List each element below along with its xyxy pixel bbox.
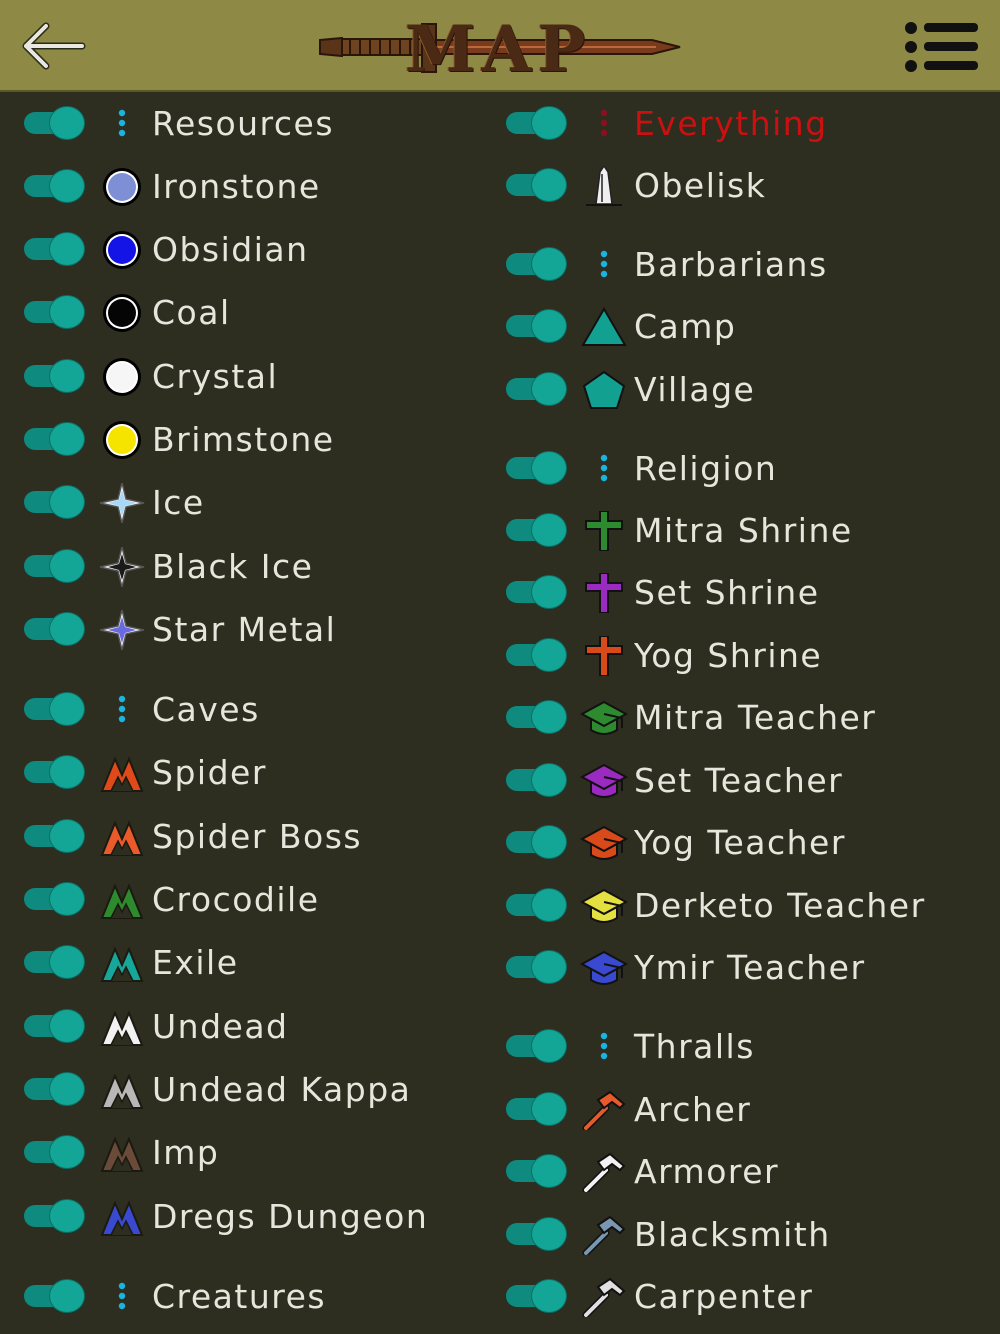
toggle-knob: [532, 951, 566, 983]
layer-row-archer: Archer: [482, 1080, 962, 1140]
layer-label: Camp: [634, 307, 737, 346]
toggle-knob: [532, 576, 566, 608]
layer-label: Village: [634, 370, 756, 409]
toggle-knob: [532, 452, 566, 484]
toggle-knob: [532, 1093, 566, 1125]
layer-row-ymir-teacher: Ymir Teacher: [482, 938, 962, 998]
obelisk-icon: [580, 164, 628, 206]
toggle-yog-teacher[interactable]: [506, 826, 568, 858]
toggle-thralls[interactable]: [506, 1030, 568, 1062]
layer-label: Mitra Teacher: [634, 698, 877, 737]
layer-row-village: Village: [482, 360, 962, 420]
layer-row-blacksmith: Blacksmith: [482, 1205, 962, 1265]
toggle-knob: [532, 701, 566, 733]
toggle-set-shrine[interactable]: [506, 576, 568, 608]
toggle-knob: [532, 826, 566, 858]
graduation-cap-icon: [579, 948, 629, 988]
layer-label: Everything: [634, 104, 828, 143]
graduation-cap-icon: [579, 761, 629, 801]
layer-label: Yog Shrine: [634, 636, 823, 675]
toggle-knob: [532, 310, 566, 342]
hammer-icon: [580, 1090, 628, 1132]
toggle-carpenter[interactable]: [506, 1280, 568, 1312]
toggle-archer[interactable]: [506, 1093, 568, 1125]
pentagon-icon: [580, 370, 628, 410]
layer-label: Obelisk: [634, 166, 767, 205]
layer-row-yog-shrine: Yog Shrine: [482, 626, 962, 686]
graduation-cap-icon: [579, 823, 629, 863]
layer-row-thralls: Thralls: [482, 1017, 962, 1077]
toggle-set-teacher[interactable]: [506, 764, 568, 796]
toggle-knob: [532, 373, 566, 405]
layer-row-carpenter: Carpenter: [482, 1267, 962, 1327]
layer-label: Carpenter: [634, 1277, 814, 1316]
toggle-knob: [532, 889, 566, 921]
dots-icon: [580, 104, 628, 144]
toggle-knob: [532, 764, 566, 796]
toggle-derketo-teacher[interactable]: [506, 889, 568, 921]
toggle-yog-shrine[interactable]: [506, 639, 568, 671]
toggle-knob: [532, 1280, 566, 1312]
layer-row-armorer: Armorer: [482, 1142, 962, 1202]
hammer-icon: [580, 1277, 628, 1319]
layer-row-yog-teacher: Yog Teacher: [482, 813, 962, 873]
layer-row-barbarians: Barbarians: [482, 235, 962, 295]
hammer-icon: [580, 1215, 628, 1257]
toggle-camp[interactable]: [506, 310, 568, 342]
layer-label: Yog Teacher: [634, 823, 846, 862]
toggle-ymir-teacher[interactable]: [506, 951, 568, 983]
dots-icon: [580, 245, 628, 285]
triangle-icon: [580, 307, 628, 347]
cross-icon: [580, 635, 628, 677]
layer-label: Set Teacher: [634, 761, 844, 800]
layer-label: Religion: [634, 449, 778, 488]
dots-icon: [580, 449, 628, 489]
layer-label: Set Shrine: [634, 573, 820, 612]
layer-row-religion: Religion: [482, 439, 962, 499]
toggle-knob: [532, 1155, 566, 1187]
layer-row-set-shrine: Set Shrine: [482, 563, 962, 623]
layer-row-derketo-teacher: Derketo Teacher: [482, 876, 962, 936]
layer-row-everything: Everything: [482, 94, 962, 154]
layer-label: Blacksmith: [634, 1215, 831, 1254]
layer-label: Armorer: [634, 1152, 780, 1191]
cross-icon: [580, 510, 628, 552]
graduation-cap-icon: [579, 698, 629, 738]
toggle-blacksmith[interactable]: [506, 1218, 568, 1250]
layer-label: Derketo Teacher: [634, 886, 926, 925]
toggle-mitra-shrine[interactable]: [506, 514, 568, 546]
toggle-everything[interactable]: [506, 107, 568, 139]
toggle-obelisk[interactable]: [506, 169, 568, 201]
layer-label: Mitra Shrine: [634, 511, 853, 550]
toggle-barbarians[interactable]: [506, 248, 568, 280]
layer-label: Archer: [634, 1090, 752, 1129]
toggle-armorer[interactable]: [506, 1155, 568, 1187]
toggle-knob: [532, 639, 566, 671]
layer-row-obelisk: Obelisk: [482, 156, 962, 216]
hammer-icon: [580, 1152, 628, 1194]
toggle-knob: [532, 169, 566, 201]
layer-row-set-teacher: Set Teacher: [482, 751, 962, 811]
graduation-cap-icon: [579, 886, 629, 926]
toggle-village[interactable]: [506, 373, 568, 405]
layer-list-right: Everything Obelisk Barbarians Camp Village Re…: [0, 0, 1000, 1334]
toggle-knob: [532, 107, 566, 139]
toggle-knob: [532, 514, 566, 546]
layer-row-camp: Camp: [482, 297, 962, 357]
toggle-knob: [532, 1030, 566, 1062]
layer-row-mitra-teacher: Mitra Teacher: [482, 688, 962, 748]
toggle-religion[interactable]: [506, 452, 568, 484]
layer-label: Ymir Teacher: [634, 948, 866, 987]
toggle-knob: [532, 1218, 566, 1250]
layer-label: Barbarians: [634, 245, 828, 284]
toggle-knob: [532, 248, 566, 280]
dots-icon: [580, 1027, 628, 1067]
toggle-mitra-teacher[interactable]: [506, 701, 568, 733]
layer-label: Thralls: [634, 1027, 755, 1066]
cross-icon: [580, 572, 628, 614]
layer-row-mitra-shrine: Mitra Shrine: [482, 501, 962, 561]
